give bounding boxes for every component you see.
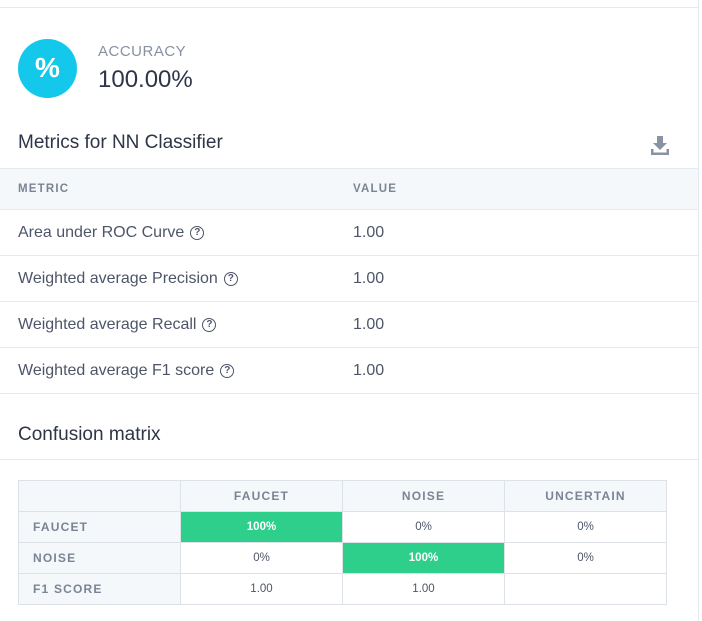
- panel-right-border: [698, 0, 699, 621]
- metric-name: Area under ROC Curve: [18, 223, 185, 241]
- confusion-matrix-table: FAUCET NOISE UNCERTAIN FAUCET 100% 0% 0%…: [18, 480, 667, 605]
- matrix-cell-highlight: 100%: [180, 511, 343, 543]
- value-column-header: VALUE: [353, 183, 398, 195]
- row-header: F1 SCORE: [18, 573, 181, 605]
- metric-name: Weighted average Recall: [18, 315, 197, 333]
- table-row: F1 SCORE 1.00 1.00: [18, 573, 667, 605]
- confusion-matrix-title: Confusion matrix: [18, 424, 161, 445]
- metric-name: Weighted average Precision: [18, 269, 218, 287]
- matrix-cell: 0%: [180, 542, 343, 574]
- metric-name: Weighted average F1 score: [18, 361, 215, 379]
- matrix-cell-highlight: 100%: [342, 542, 505, 574]
- matrix-cell: 0%: [504, 542, 667, 574]
- matrix-cell: 0%: [342, 511, 505, 543]
- accuracy-value: 100.00%: [98, 65, 193, 93]
- table-row: Area under ROC Curve? 1.00: [0, 209, 698, 255]
- accuracy-summary: % ACCURACY 100.00%: [18, 38, 193, 98]
- table-row: Weighted average Recall? 1.00: [0, 301, 698, 347]
- accuracy-label: ACCURACY: [98, 42, 187, 60]
- metric-value: 1.00: [353, 315, 385, 333]
- help-icon[interactable]: ?: [202, 317, 217, 332]
- metric-value: 1.00: [353, 269, 385, 287]
- corner-cell: [18, 480, 181, 512]
- metrics-title: Metrics for NN Classifier: [18, 132, 223, 153]
- column-header: FAUCET: [180, 480, 343, 512]
- accuracy-text: ACCURACY 100.00%: [98, 43, 193, 94]
- metric-value: 1.00: [353, 361, 385, 379]
- top-divider: [0, 7, 698, 8]
- matrix-cell: 1.00: [180, 573, 343, 605]
- help-icon[interactable]: ?: [220, 363, 235, 378]
- confusion-matrix-divider: [0, 459, 698, 460]
- confusion-matrix-header-row: FAUCET NOISE UNCERTAIN: [18, 480, 667, 512]
- matrix-cell: 0%: [504, 511, 667, 543]
- table-row: NOISE 0% 100% 0%: [18, 542, 667, 574]
- download-icon[interactable]: [650, 135, 670, 155]
- matrix-cell: 1.00: [342, 573, 505, 605]
- matrix-cell: [504, 573, 667, 605]
- table-row: Weighted average Precision? 1.00: [0, 255, 698, 301]
- table-row: Weighted average F1 score? 1.00: [0, 347, 698, 393]
- row-header: FAUCET: [18, 511, 181, 543]
- metric-value: 1.00: [353, 223, 385, 241]
- table-row: FAUCET 100% 0% 0%: [18, 511, 667, 543]
- help-icon[interactable]: ?: [190, 225, 205, 240]
- row-header: NOISE: [18, 542, 181, 574]
- column-header: UNCERTAIN: [504, 480, 667, 512]
- percent-icon: %: [18, 38, 77, 98]
- metrics-table-header: METRIC VALUE: [0, 168, 698, 209]
- metrics-table: METRIC VALUE Area under ROC Curve? 1.00 …: [0, 168, 698, 394]
- help-icon[interactable]: ?: [223, 271, 238, 286]
- metric-column-header: METRIC: [18, 183, 70, 195]
- table-bottom-border: [0, 393, 698, 394]
- column-header: NOISE: [342, 480, 505, 512]
